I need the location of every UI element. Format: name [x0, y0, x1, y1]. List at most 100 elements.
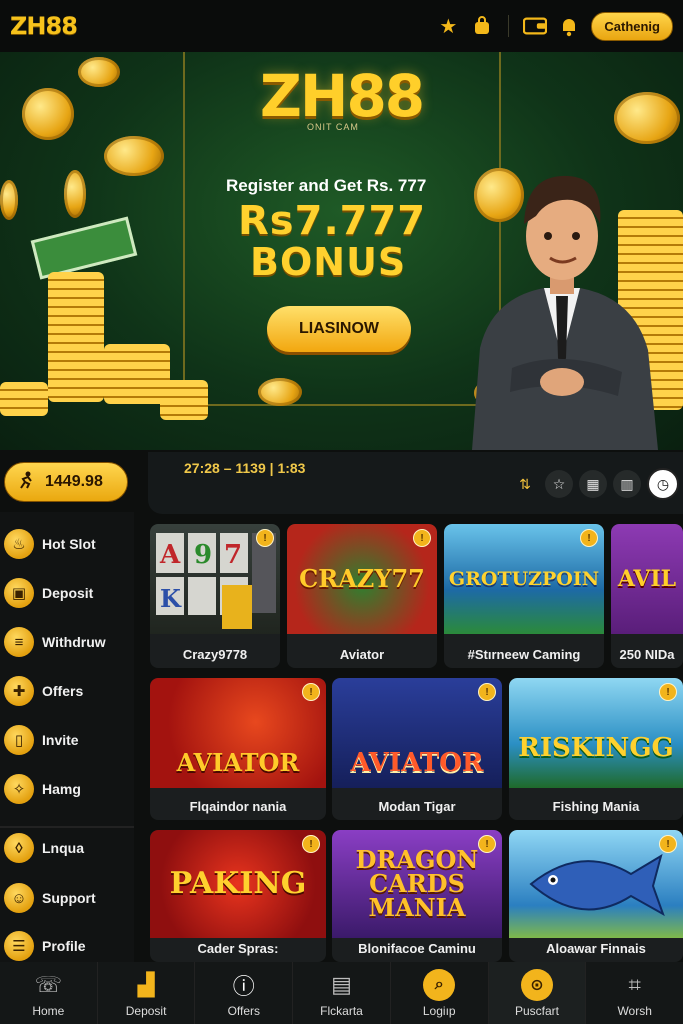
offers-icon: ✚ [4, 676, 34, 706]
tray-icon[interactable]: ▥ [613, 470, 641, 498]
game-card[interactable]: AVIL 250 NIDa [611, 524, 683, 668]
game-thumb-title: AVIATOR [350, 748, 484, 778]
nav-label: Home [32, 1003, 65, 1018]
invite-icon: ▯ [4, 725, 34, 755]
sidebar-item-support[interactable]: ☺ Support [4, 880, 132, 916]
nav-item-flckarta[interactable]: ▤ Flckarta [293, 962, 391, 1024]
game-caption: Modan Tigar [378, 799, 456, 814]
bag-icon[interactable] [470, 14, 494, 38]
game-thumb-title: RISKINGG [518, 733, 674, 763]
banner-register-text: Register and Get Rs. 777 [226, 176, 427, 195]
game-thumb-title: PAKING [169, 866, 307, 901]
coin-decoration [0, 180, 18, 220]
nav-item-puscfart[interactable]: ⊙ Puscfart [488, 962, 587, 1024]
bell-icon[interactable] [557, 14, 581, 38]
game-card[interactable]: AVIATOR ! Modan Tigar [332, 678, 502, 820]
brand-logo[interactable]: ZH88 [10, 14, 78, 38]
sidebar-divider [0, 826, 134, 828]
star-outline-icon[interactable]: ☆ [545, 470, 573, 498]
sidebar: ♨ Hot Slot ▣ Deposit ≡ Withdruw ✚ Offers… [0, 512, 134, 962]
fish-illustration [529, 853, 665, 917]
pin-icon[interactable]: ! [302, 835, 320, 853]
sidebar-item-withdraw[interactable]: ≡ Withdruw [4, 624, 132, 660]
game-thumbnail: ! [509, 830, 683, 938]
header-divider [508, 15, 510, 37]
coin-decoration [64, 170, 86, 218]
pin-icon[interactable]: ! [659, 683, 677, 701]
nav-item-home[interactable]: ☏ Home [0, 962, 98, 1024]
pin-icon[interactable]: ! [478, 835, 496, 853]
support-icon: ☺ [4, 883, 34, 913]
grid-icon[interactable]: ▦ [579, 470, 607, 498]
sidebar-item-language[interactable]: ◊ Lnqua [4, 830, 132, 866]
wallet-icon[interactable] [523, 14, 548, 38]
game-thumbnail: AVIATOR ! [150, 678, 326, 788]
game-thumb-title: DRAGON CARDS MANIA [355, 845, 479, 922]
game-card[interactable]: PAKING ! Cader Spras: [150, 830, 326, 962]
nav-item-worsh[interactable]: ⌗ Worsh [586, 962, 683, 1024]
grid-icon: ⌗ [628, 971, 641, 997]
nav-item-login[interactable]: ⌕ Logiıp [391, 962, 489, 1024]
home-icon: ☏ [34, 971, 63, 997]
banner-logo: ZH88 [259, 62, 425, 130]
svg-text:K: K [160, 584, 182, 613]
nav-label: Logiıp [422, 1003, 456, 1018]
game-card[interactable]: ! Aloawar Finnais [509, 830, 683, 962]
sidebar-item-label: Deposit [42, 585, 94, 601]
pin-icon: ⊙ [520, 968, 553, 1001]
pin-icon[interactable]: ! [302, 683, 320, 701]
pin-icon[interactable]: ! [580, 529, 598, 547]
sidebar-item-label: Offers [42, 683, 84, 699]
sidebar-item-invite[interactable]: ▯ Invite [4, 722, 132, 758]
app-root: ZH88 ★ Cathenig ZH88 ONIT CAM Register a… [0, 0, 683, 1024]
clock-icon[interactable]: ◷ [647, 468, 679, 500]
nav-item-deposit[interactable]: ▟ Deposit [98, 962, 196, 1024]
sidebar-item-hamg[interactable]: ✧ Hamg [4, 771, 132, 807]
svg-text:A: A [159, 540, 181, 570]
game-card[interactable]: A 9 7 K ! Crazy9778 [150, 524, 280, 668]
pin-icon[interactable]: ! [478, 683, 496, 701]
banner-cta-button[interactable]: LIASINOW [267, 306, 411, 352]
game-card[interactable]: GROTUZPOIN ! #Stırneew Caming [444, 524, 604, 668]
sidebar-item-profile[interactable]: ☰ Profile [4, 928, 132, 964]
pin-icon[interactable]: ! [659, 835, 677, 853]
sidebar-item-deposit[interactable]: ▣ Deposit [4, 575, 132, 611]
star-icon[interactable]: ★ [436, 14, 460, 38]
sidebar-item-offers[interactable]: ✚ Offers [4, 673, 132, 709]
pin-icon[interactable]: ! [256, 529, 274, 547]
sidebar-item-label: Hot Slot [42, 536, 96, 552]
info-bar: 27:28 – 1139 | 1:83 ⇅ ☆ ▦ ▥ ◷ [148, 452, 683, 514]
game-card[interactable]: RISKINGG ! Fishing Mania [509, 678, 683, 820]
sidebar-item-label: Lnqua [42, 840, 84, 856]
game-card[interactable]: CRAZY77 ! Aviator [287, 524, 437, 668]
swap-icon[interactable]: ⇅ [511, 470, 539, 498]
nav-label: Deposit [125, 1003, 167, 1018]
deposit-icon: ▟ [137, 971, 155, 997]
info-icon: ⓘ [232, 973, 255, 999]
balance-pill[interactable]: 1449.98 [4, 462, 128, 502]
cash-button[interactable]: Cathenig [591, 11, 673, 41]
nav-label: Puscfart [514, 1003, 559, 1018]
pin-icon[interactable]: ! [413, 529, 431, 547]
game-caption: Fishing Mania [552, 799, 640, 814]
balance-value: 1449.98 [45, 473, 103, 490]
game-caption: 250 NIDa [619, 647, 675, 662]
login-icon: ⌕ [423, 968, 456, 1001]
promo-banner[interactable]: ZH88 ONIT CAM Register and Get Rs. 777 R… [0, 52, 683, 450]
top-header: ZH88 ★ Cathenig [0, 0, 683, 52]
sidebar-item-label: Hamg [42, 781, 81, 797]
sidebar-item-hot-slot[interactable]: ♨ Hot Slot [4, 526, 132, 562]
nav-item-offers[interactable]: ⓘ Offers [195, 962, 294, 1024]
language-icon: ◊ [4, 833, 34, 863]
game-thumbnail: RISKINGG ! [509, 678, 683, 788]
game-caption: Blonifacoe Caminu [358, 941, 476, 956]
game-card[interactable]: DRAGON CARDS MANIA ! Blonifacoe Caminu [332, 830, 502, 962]
game-card[interactable]: AVIATOR ! Flqaindor nania [150, 678, 326, 820]
game-thumbnail: CRAZY77 ! [287, 524, 437, 634]
sidebar-item-label: Withdruw [42, 634, 106, 650]
nav-label: Flckarta [320, 1003, 363, 1018]
coin-stack-decoration [48, 272, 104, 402]
svg-text:9: 9 [194, 540, 212, 570]
hang-icon: ✧ [4, 774, 34, 804]
profile-icon: ☰ [4, 931, 34, 961]
